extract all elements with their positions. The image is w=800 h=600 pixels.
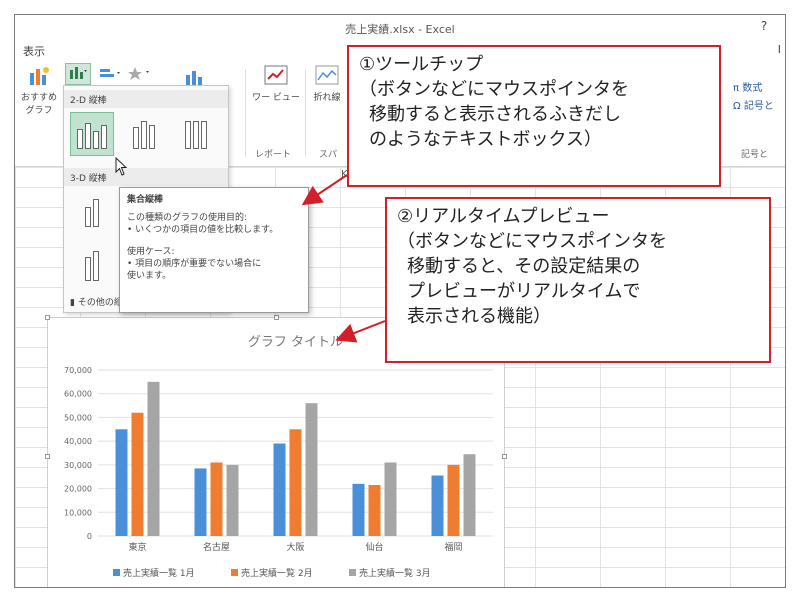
preview-arrow [335, 320, 386, 343]
callout1-line: のようなテキストボックス） [369, 129, 602, 150]
tooltip-callout: ①ツールチップ （ボタンなどにマウスポインタを 移動すると表示されるふきだし の… [347, 45, 721, 187]
callout1-line: ①ツールチップ [359, 54, 484, 75]
callout1-line: 移動すると表示されるふきだし [369, 104, 621, 125]
tooltip-arrow [301, 174, 348, 206]
callout2-line: プレビューがリアルタイムで [407, 281, 641, 302]
callout2-line: ②リアルタイムプレビュー [397, 206, 610, 227]
excel-window: 売上実績.xlsx - Excel ? 表示 I おすすめ グラフ ワー ビュー… [14, 14, 786, 588]
callout2-line: 表示される機能） [407, 306, 551, 327]
callout2-line: 移動すると、その設定結果の [407, 256, 641, 277]
callout2-line: （ボタンなどにマウスポインタを [397, 231, 667, 252]
callout1-line: （ボタンなどにマウスポインタを [359, 79, 629, 100]
realtime-preview-callout: ②リアルタイムプレビュー （ボタンなどにマウスポインタを 移動すると、その設定結… [385, 197, 771, 363]
